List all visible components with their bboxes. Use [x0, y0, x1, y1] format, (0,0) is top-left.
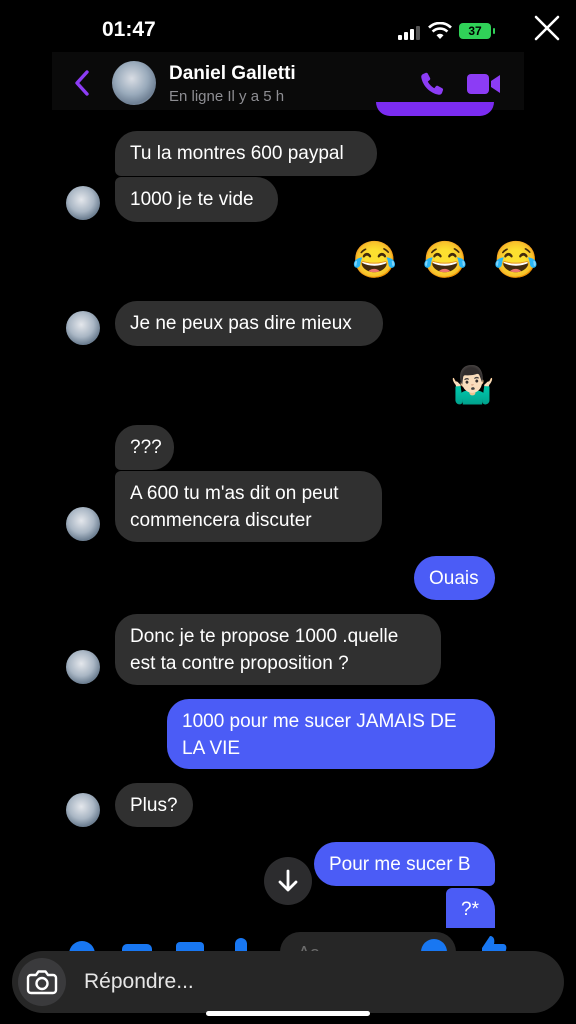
message-outgoing[interactable]: Pour me sucer B — [314, 842, 495, 886]
message-incoming[interactable]: A 600 tu m'as dit on peut commencera dis… — [115, 471, 382, 542]
message-incoming[interactable]: 1000 je te vide — [115, 177, 278, 222]
status-time: 01:47 — [102, 18, 156, 41]
sender-avatar — [66, 793, 100, 827]
message-line: 1000 pour me sucer JAMAIS DE — [182, 711, 457, 732]
message-line: LA VIE — [182, 738, 241, 759]
arrow-down-icon — [278, 869, 298, 892]
previous-message-bubble — [376, 102, 494, 116]
video-icon[interactable] — [466, 70, 502, 98]
message-outgoing[interactable]: Ouais — [414, 556, 495, 600]
sender-avatar — [66, 507, 100, 541]
message-incoming[interactable]: Tu la montres 600 paypal — [115, 131, 377, 176]
contact-name[interactable]: Daniel Galletti — [169, 63, 296, 85]
battery-indicator: 37 — [459, 23, 495, 39]
camera-button[interactable] — [18, 958, 66, 1006]
message-line: est ta contre proposition ? — [130, 653, 349, 674]
reply-input[interactable]: Répondre... — [84, 970, 194, 994]
sender-avatar — [66, 186, 100, 220]
scroll-to-bottom-button[interactable] — [264, 857, 312, 905]
message-incoming[interactable]: ??? — [115, 425, 174, 470]
home-indicator — [206, 1011, 370, 1016]
message-line: A 600 tu m'as dit on peut — [130, 483, 339, 504]
contact-status: En ligne Il y a 5 h — [169, 88, 285, 105]
message-outgoing[interactable]: 1000 pour me sucer JAMAIS DE LA VIE — [167, 699, 495, 769]
sender-avatar — [66, 650, 100, 684]
signal-icon — [398, 26, 420, 40]
message-line: commencera discuter — [130, 510, 312, 531]
message-incoming[interactable]: Donc je te propose 1000 .quelle est ta c… — [115, 614, 441, 685]
sender-avatar — [66, 311, 100, 345]
message-line: Donc je te propose 1000 .quelle — [130, 626, 399, 647]
message-outgoing[interactable]: ?* — [446, 888, 495, 928]
close-icon[interactable] — [532, 13, 562, 43]
message-outgoing-emoji[interactable]: 🤷🏻‍♂️ — [450, 365, 495, 405]
contact-avatar[interactable] — [112, 61, 156, 105]
message-incoming[interactable]: Je ne peux pas dire mieux — [115, 301, 383, 346]
camera-icon — [26, 970, 58, 995]
back-chevron-icon[interactable] — [72, 68, 92, 98]
message-incoming[interactable]: Plus? — [115, 783, 193, 827]
message-outgoing-emoji[interactable]: 😂 😂 😂 — [352, 240, 546, 280]
wifi-icon — [428, 22, 452, 39]
phone-icon[interactable] — [418, 70, 446, 98]
